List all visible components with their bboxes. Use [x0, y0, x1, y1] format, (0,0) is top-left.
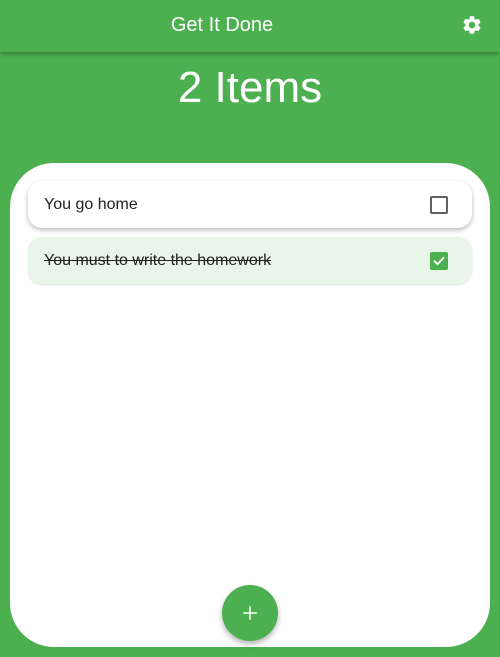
app-title: Get It Done	[170, 14, 274, 36]
task-row-homework[interactable]: You must to write the homework	[28, 237, 472, 284]
app-bar: Get It Done	[0, 0, 500, 52]
task-label: You must to write the homework	[44, 251, 272, 269]
items-count: 2 Items	[177, 63, 323, 112]
task-label: You go home	[44, 195, 138, 213]
task-row-go-home[interactable]: You go home	[28, 181, 472, 228]
add-task-button[interactable]	[222, 585, 278, 641]
plus-icon	[243, 606, 257, 620]
task-list-card: You go home You must to write the homewo…	[10, 163, 490, 647]
settings-button[interactable]	[458, 11, 486, 39]
checkmark-icon	[433, 256, 445, 266]
task-checkbox[interactable]	[430, 195, 448, 214]
gear-icon	[463, 16, 481, 34]
task-checkbox[interactable]	[430, 251, 448, 270]
